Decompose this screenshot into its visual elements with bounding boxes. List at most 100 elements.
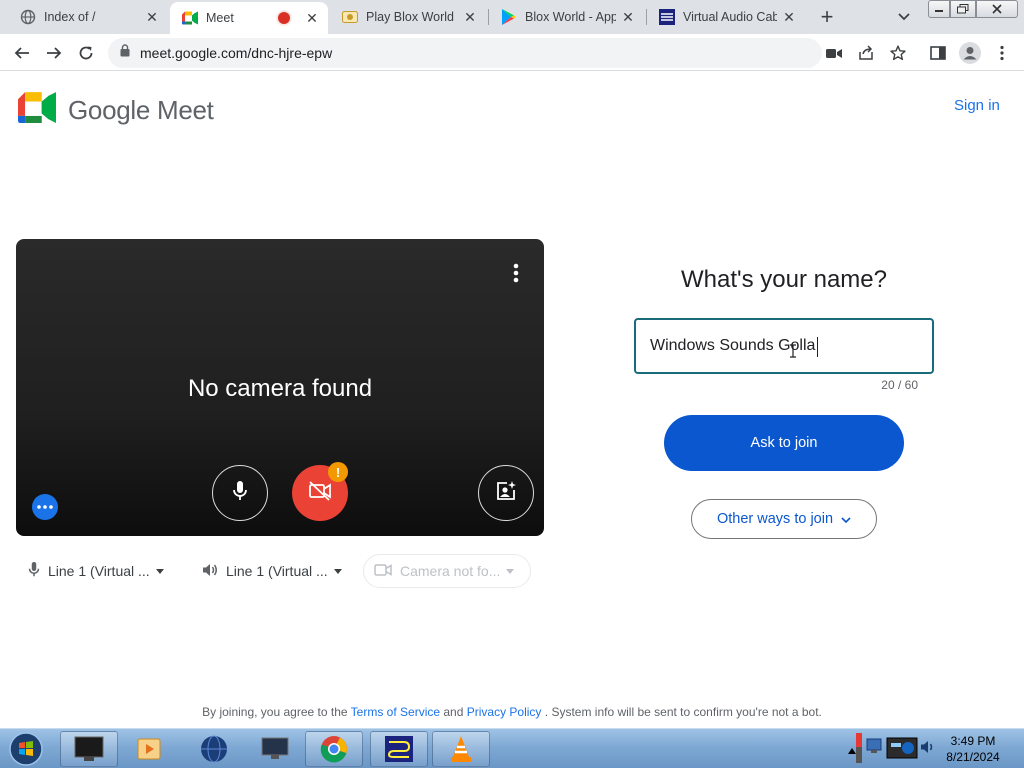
bookmark-star-icon[interactable] — [886, 41, 910, 65]
game-icon — [342, 9, 358, 25]
minimize-button[interactable] — [928, 0, 950, 18]
video-preview: No camera found ! — [16, 239, 544, 536]
tab-title: Blox World - App — [525, 10, 616, 24]
forward-button[interactable] — [42, 41, 66, 65]
camera-select-label: Camera not fo... — [400, 563, 501, 579]
mic-icon — [232, 480, 248, 507]
taskbar-app-chrome[interactable] — [305, 731, 363, 767]
close-icon[interactable]: ✕ — [304, 10, 320, 26]
terms-and: and — [443, 705, 464, 719]
tab-strip: Index of / ✕ Meet ✕ Play Blox World a ✕ … — [0, 0, 1024, 34]
vac-icon — [659, 9, 675, 25]
meet-icon — [18, 92, 56, 128]
microphone-button[interactable] — [212, 465, 268, 521]
speaker-icon — [202, 562, 218, 581]
warning-badge: ! — [328, 462, 348, 482]
text-cursor-icon — [789, 344, 797, 358]
microphone-select[interactable]: Line 1 (Virtual ... — [28, 554, 164, 588]
show-hidden-icons-icon[interactable] — [848, 741, 856, 759]
camera-blocked-icon[interactable] — [822, 41, 846, 65]
other-ways-to-join-button[interactable]: Other ways to join — [691, 499, 877, 539]
clock-time: 3:49 PM — [950, 734, 996, 748]
text-caret — [817, 337, 818, 357]
google-meet-logo[interactable]: Google Meet — [18, 92, 214, 128]
taskbar-app-vlc[interactable] — [432, 731, 490, 767]
system-clock[interactable]: 3:49 PM 8/21/2024 — [940, 733, 1006, 765]
tab-meet[interactable]: Meet ✕ — [170, 2, 328, 34]
flag-icon[interactable] — [856, 733, 862, 768]
no-camera-message: No camera found — [187, 375, 373, 402]
clock-date: 8/21/2024 — [946, 750, 1000, 764]
volume-icon[interactable] — [920, 739, 936, 760]
taskbar-app-media[interactable] — [120, 731, 178, 767]
browser-window: Index of / ✕ Meet ✕ Play Blox World a ✕ … — [0, 0, 1024, 768]
taskbar-app-monitor[interactable] — [246, 731, 304, 767]
visual-effects-button[interactable] — [478, 465, 534, 521]
terms-suffix: . System info will be sent to confirm yo… — [544, 705, 822, 719]
windows-taskbar: 3:49 PM 8/21/2024 — [0, 728, 1024, 768]
terms-notice: By joining, you agree to the Terms of Se… — [0, 705, 1024, 719]
more-vert-icon[interactable] — [506, 261, 526, 285]
tab-index[interactable]: Index of / ✕ — [8, 0, 168, 34]
privacy-policy-link[interactable]: Privacy Policy — [467, 705, 542, 719]
address-bar[interactable]: meet.google.com/dnc-hjre-epw — [108, 38, 822, 68]
close-icon[interactable]: ✕ — [144, 9, 160, 25]
camera-off-icon — [308, 480, 332, 506]
tab-title: Meet — [206, 11, 234, 25]
tab-title: Index of / — [44, 10, 96, 24]
terms-of-service-link[interactable]: Terms of Service — [351, 705, 440, 719]
lock-icon[interactable] — [120, 44, 130, 62]
tab-blox-world-app[interactable]: Blox World - App ✕ — [489, 0, 644, 34]
taskbar-app-terminal[interactable] — [60, 731, 118, 767]
side-panel-icon[interactable] — [926, 41, 950, 65]
close-icon[interactable]: ✕ — [462, 9, 478, 25]
close-icon[interactable]: ✕ — [620, 9, 636, 25]
new-tab-button[interactable]: + — [815, 4, 839, 29]
more-options-button[interactable] — [32, 494, 58, 520]
share-icon[interactable] — [854, 41, 878, 65]
play-store-icon — [501, 9, 517, 25]
taskbar-app-globe[interactable] — [185, 731, 243, 767]
mic-icon — [28, 561, 40, 581]
character-count: 20 / 60 — [881, 378, 918, 392]
brand-name: Google Meet — [68, 94, 214, 125]
visual-effects-icon — [495, 480, 517, 507]
microphone-select-label: Line 1 (Virtual ... — [48, 563, 150, 579]
speaker-select[interactable]: Line 1 (Virtual ... — [202, 554, 342, 588]
url-text: meet.google.com/dnc-hjre-epw — [140, 45, 333, 61]
back-button[interactable] — [10, 41, 34, 65]
more-vert-icon[interactable] — [990, 41, 1014, 65]
video-camera-icon — [374, 563, 392, 579]
terms-prefix: By joining, you agree to the — [202, 705, 348, 719]
chevron-down-icon[interactable] — [895, 8, 913, 26]
taskbar-app-audio-cable[interactable] — [370, 731, 428, 767]
tray-app-icon[interactable] — [886, 735, 918, 766]
reload-button[interactable] — [74, 41, 98, 65]
globe-icon — [20, 9, 36, 25]
network-icon[interactable] — [866, 737, 884, 760]
tab-title: Virtual Audio Cab — [683, 10, 777, 24]
camera-select[interactable]: Camera not fo... — [363, 554, 531, 588]
tab-play-blox-world[interactable]: Play Blox World a ✕ — [330, 0, 486, 34]
name-input[interactable] — [650, 320, 920, 372]
name-prompt-heading: What's your name? — [680, 266, 887, 293]
chevron-down-icon — [841, 511, 851, 527]
speaker-select-label: Line 1 (Virtual ... — [226, 563, 328, 579]
close-window-button[interactable] — [976, 0, 1018, 18]
start-button[interactable] — [6, 731, 46, 767]
ask-to-join-button[interactable]: Ask to join — [664, 415, 904, 471]
caret-down-icon — [155, 568, 164, 574]
sign-in-link[interactable]: Sign in — [954, 97, 1000, 114]
tab-title: Play Blox World a — [366, 10, 458, 24]
other-ways-label: Other ways to join — [716, 511, 834, 527]
tab-virtual-audio-cable[interactable]: Virtual Audio Cab ✕ — [647, 0, 805, 34]
name-field-container — [634, 318, 934, 374]
maximize-button[interactable] — [950, 0, 976, 18]
meet-icon — [182, 10, 198, 26]
browser-toolbar: meet.google.com/dnc-hjre-epw — [0, 34, 1024, 71]
recording-icon — [278, 12, 290, 24]
caret-down-icon — [506, 568, 515, 574]
caret-down-icon — [333, 568, 342, 574]
profile-avatar[interactable] — [958, 41, 982, 65]
close-icon[interactable]: ✕ — [781, 9, 797, 25]
